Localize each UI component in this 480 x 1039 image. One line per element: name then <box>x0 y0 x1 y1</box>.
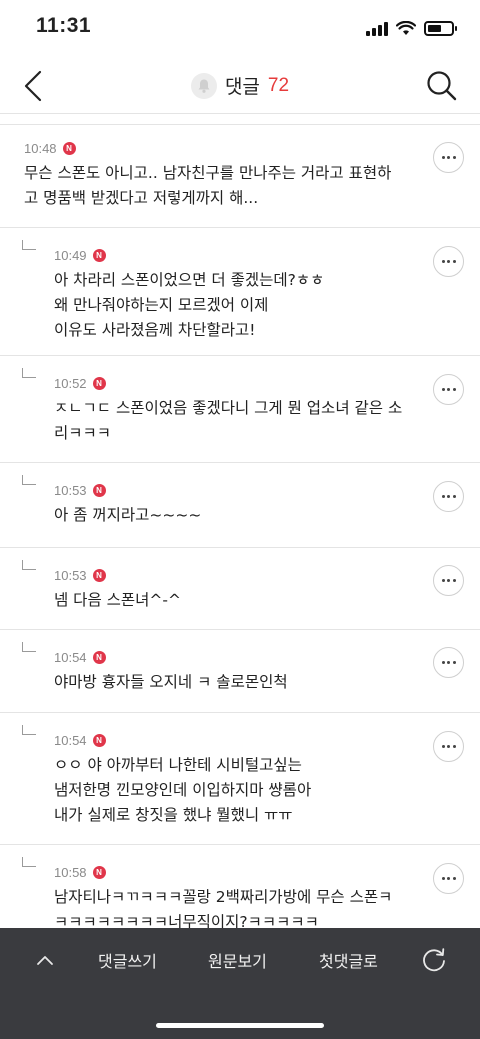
status-bar: 11:31 <box>0 0 480 60</box>
comment-count: 72 <box>267 74 290 96</box>
comment-reply: 10:49 N 아 차라리 스폰이었으면 더 좋겠는데?ㅎㅎ 왜 만나줘야하는지 … <box>0 228 480 356</box>
search-icon <box>427 71 457 101</box>
cellular-signal-icon <box>366 21 388 36</box>
reply-arrow-icon <box>22 475 36 485</box>
wifi-icon <box>396 21 416 35</box>
more-options-button[interactable] <box>433 142 464 173</box>
comment-text: 아 차라리 스폰이었으면 더 좋겠는데?ㅎㅎ 왜 만나줘야하는지 모르겠어 이제… <box>54 271 325 339</box>
comment-time: 10:53 <box>54 568 87 583</box>
more-options-button[interactable] <box>433 246 464 277</box>
refresh-icon <box>423 948 445 972</box>
comment-item: 10:48 N 무슨 스폰도 아니고.. 남자친구를 만나주는 거라고 표현하 고… <box>0 126 480 228</box>
comment-list: 10:48 N 무슨 스폰도 아니고.. 남자친구를 만나주는 거라고 표현하 고… <box>0 126 480 955</box>
title-text: 댓글 <box>224 76 260 98</box>
reply-arrow-icon <box>22 560 36 570</box>
comment-time: 10:54 <box>54 733 87 748</box>
new-badge: N <box>92 484 106 497</box>
comment-time: 10:58 <box>54 865 87 880</box>
comment-text: ㅇㅇ 야 아까부터 나한테 시비털고싶는 냄저한명 낀모양인데 이입하지마 썅롬… <box>54 756 312 824</box>
more-options-button[interactable] <box>433 647 464 678</box>
comments-header: 댓글 72 <box>0 60 480 114</box>
battery-icon <box>424 21 457 36</box>
comment-reply: 10:53 N 넴 다음 스폰녀^-^ <box>0 548 480 630</box>
more-options-button[interactable] <box>433 374 464 405</box>
reply-arrow-icon <box>22 642 36 652</box>
comment-reply: 10:54 N 야마방 흉자들 오지네 ㅋ 솔로몬인척 <box>0 630 480 713</box>
new-badge: N <box>92 249 106 262</box>
reply-arrow-icon <box>22 240 36 250</box>
view-original-button[interactable]: 원문보기 <box>208 948 267 972</box>
first-comment-button[interactable]: 첫댓글로 <box>319 948 378 972</box>
comment-text: ㅈㄴㄱㄷ 스폰이었음 좋겠다니 그게 뭔 업소녀 같은 소 리ㅋㅋㅋ <box>54 399 403 442</box>
scroll-up-button[interactable] <box>33 948 57 972</box>
page-title: 댓글 72 <box>0 72 480 99</box>
reply-arrow-icon <box>22 725 36 735</box>
new-badge: N <box>62 142 76 155</box>
more-options-button[interactable] <box>433 481 464 512</box>
comment-text: 아 좀 꺼지라고~~~~ <box>54 506 202 524</box>
write-comment-button[interactable]: 댓글쓰기 <box>98 948 157 972</box>
bell-icon[interactable] <box>190 72 217 99</box>
comment-reply: 10:52 N ㅈㄴㄱㄷ 스폰이었음 좋겠다니 그게 뭔 업소녀 같은 소 리ㅋㅋ… <box>0 356 480 463</box>
new-badge: N <box>92 651 106 664</box>
reply-arrow-icon <box>22 368 36 378</box>
comment-time: 10:49 <box>54 248 87 263</box>
more-options-button[interactable] <box>433 863 464 894</box>
chevron-up-icon <box>37 956 53 965</box>
comment-time: 10:54 <box>54 650 87 665</box>
comment-reply: 10:53 N 아 좀 꺼지라고~~~~ <box>0 463 480 548</box>
home-indicator[interactable] <box>156 1023 324 1028</box>
comment-reply: 10:54 N ㅇㅇ 야 아까부터 나한테 시비털고싶는 냄저한명 낀모양인데 이… <box>0 713 480 845</box>
reply-arrow-icon <box>22 857 36 867</box>
comment-time: 10:53 <box>54 483 87 498</box>
bottom-toolbar: 댓글쓰기 원문보기 첫댓글로 <box>0 928 480 1039</box>
new-badge: N <box>92 734 106 747</box>
comment-time: 10:48 <box>24 141 57 156</box>
refresh-button[interactable] <box>420 946 448 974</box>
search-button[interactable] <box>422 66 462 106</box>
status-time: 11:31 <box>36 14 92 37</box>
new-badge: N <box>92 377 106 390</box>
more-options-button[interactable] <box>433 565 464 596</box>
more-options-button[interactable] <box>433 731 464 762</box>
new-badge: N <box>92 866 106 879</box>
new-badge: N <box>92 569 106 582</box>
comment-text: 무슨 스폰도 아니고.. 남자친구를 만나주는 거라고 표현하 고 명품백 받겠… <box>24 164 392 207</box>
comment-time: 10:52 <box>54 376 87 391</box>
comment-text: 넴 다음 스폰녀^-^ <box>54 591 181 609</box>
status-icons <box>366 21 457 36</box>
list-top-divider <box>0 115 480 125</box>
comment-text: 야마방 흉자들 오지네 ㅋ 솔로몬인척 <box>54 673 288 691</box>
